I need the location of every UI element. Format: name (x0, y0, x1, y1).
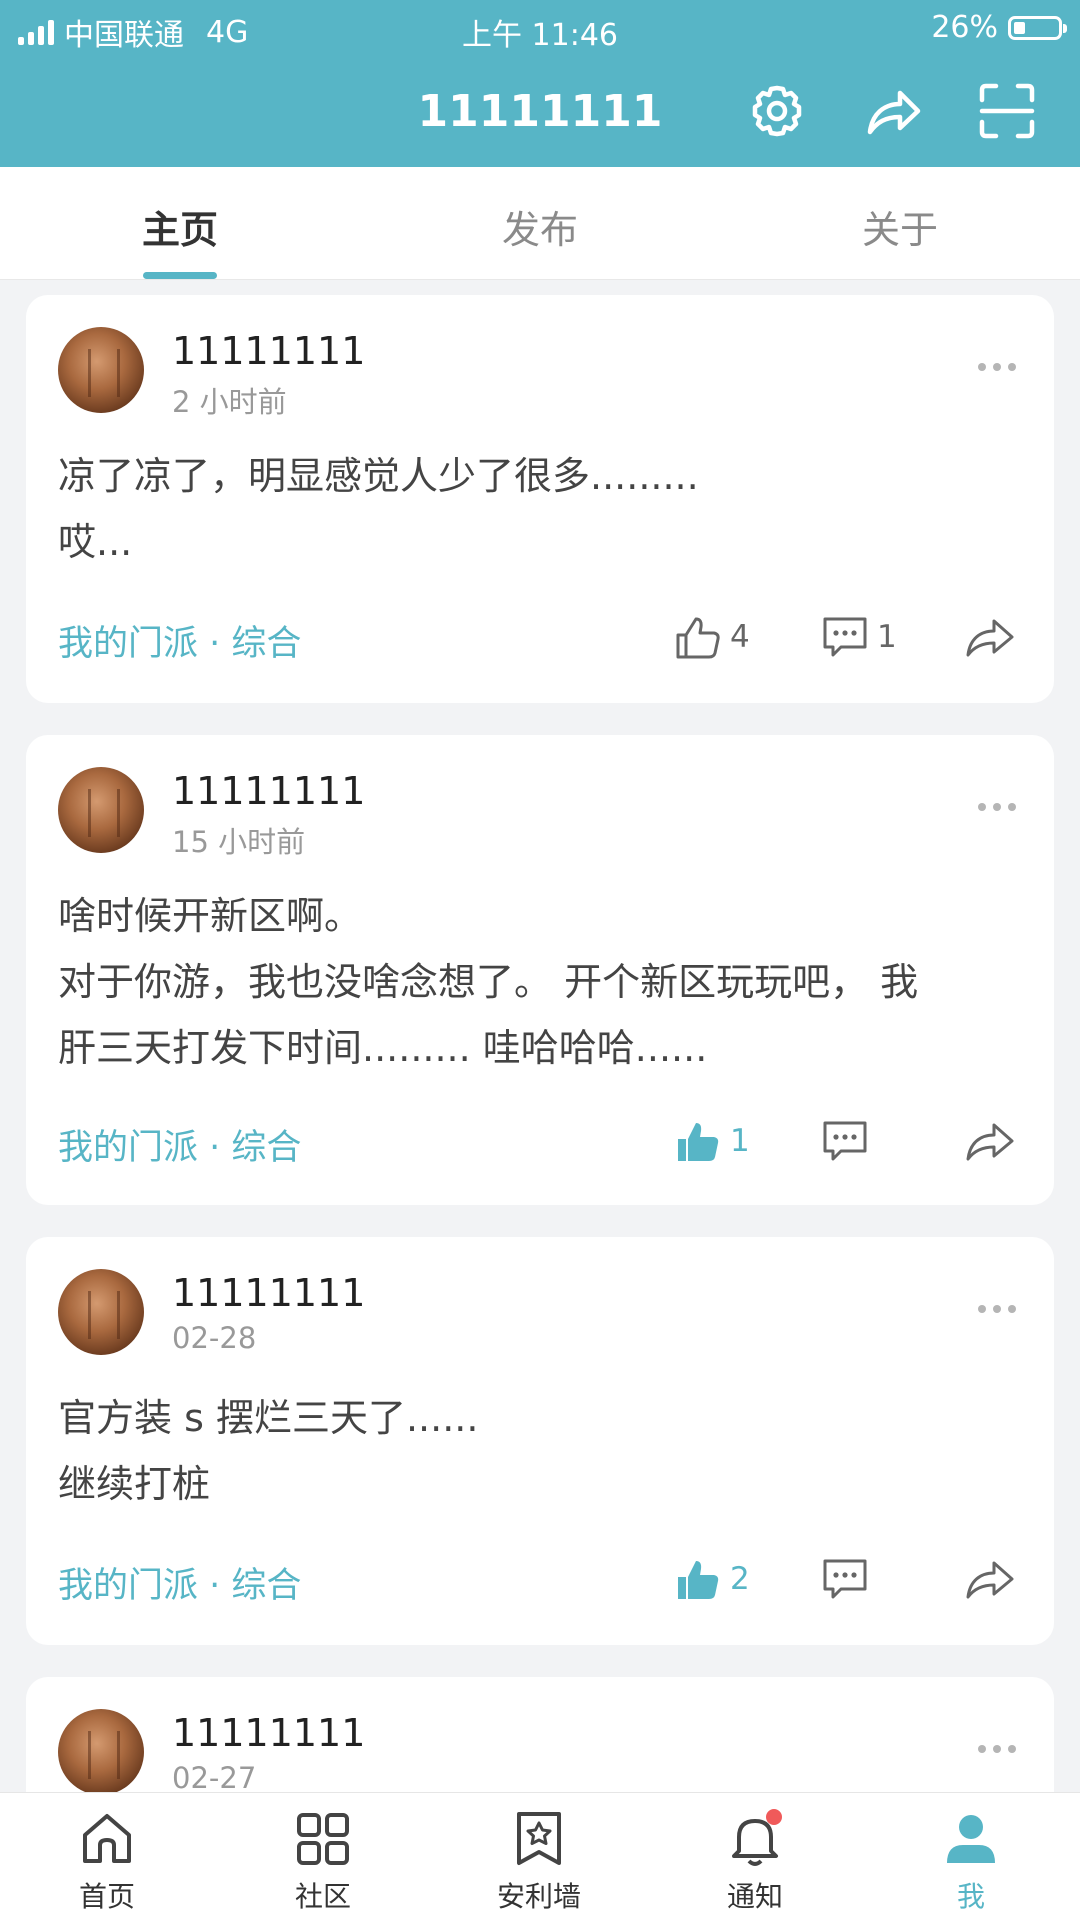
like-button[interactable]: 2 (674, 1555, 750, 1603)
avatar[interactable] (58, 767, 144, 853)
nav-label: 安利墙 (496, 1880, 581, 1913)
notification-badge (766, 1809, 782, 1825)
share-icon (966, 619, 1014, 657)
scan-icon (979, 83, 1035, 139)
bottom-nav: 首页 社区 安利墙 通知 我 (0, 1792, 1080, 1921)
nav-item-recommend-wall[interactable]: 安利墙 (464, 1809, 614, 1915)
more-options-icon[interactable] (978, 1305, 1016, 1313)
tab-publish[interactable]: 发布 (390, 199, 690, 254)
nav-item-home[interactable]: 首页 (32, 1809, 182, 1915)
like-button[interactable]: 1 (674, 1117, 750, 1165)
active-tab-indicator (143, 272, 217, 279)
post-card[interactable]: 11111111 15 小时前 啥时候开新区啊。 对于你游，我也没啥念想了。 开… (26, 735, 1054, 1205)
like-count: 2 (730, 1561, 750, 1597)
post-tag[interactable]: 我的门派 · 综合 (58, 1557, 301, 1608)
nav-label: 首页 (78, 1880, 135, 1913)
post-time: 15 小时前 (172, 825, 306, 859)
scan-button[interactable] (976, 80, 1038, 142)
post-username[interactable]: 11111111 (172, 769, 365, 813)
like-count: 4 (730, 619, 750, 655)
comment-icon (823, 1121, 867, 1161)
post-content[interactable]: 凉了凉了，明显感觉人少了很多......... 哎... (58, 443, 1022, 575)
comment-button[interactable]: 1 (821, 613, 897, 661)
post-card[interactable]: 11111111 02-28 官方装 s 摆烂三天了...... 继续打桩 我的… (26, 1237, 1054, 1645)
comment-count: 1 (877, 619, 897, 655)
avatar[interactable] (58, 1709, 144, 1795)
post-time: 2 小时前 (172, 385, 287, 419)
comment-icon (823, 617, 867, 657)
status-bar: 中国联通 4G 上午 11:46 26% (0, 0, 1080, 56)
status-time: 上午 11:46 (462, 18, 618, 53)
share-button[interactable] (862, 80, 924, 142)
settings-button[interactable] (746, 80, 808, 142)
post-time: 02-28 (172, 1321, 257, 1355)
more-options-icon[interactable] (978, 363, 1016, 371)
share-post-button[interactable] (964, 1555, 1016, 1603)
post-tag[interactable]: 我的门派 · 综合 (58, 1119, 301, 1170)
more-options-icon[interactable] (978, 803, 1016, 811)
share-icon (867, 90, 921, 135)
more-options-icon[interactable] (978, 1745, 1016, 1753)
nav-label: 社区 (294, 1880, 351, 1913)
nav-item-notifications[interactable]: 通知 (680, 1809, 830, 1915)
comment-button[interactable] (821, 1117, 877, 1165)
app-header: 中国联通 4G 上午 11:46 26% 11111111 (0, 0, 1080, 167)
battery-percent: 26% (931, 10, 998, 45)
comment-button[interactable] (821, 1555, 877, 1603)
thumbs-up-filled-icon (678, 1561, 719, 1599)
thumbs-up-filled-icon (678, 1123, 719, 1161)
share-post-button[interactable] (964, 1117, 1016, 1165)
user-icon (947, 1815, 995, 1863)
nav-item-community[interactable]: 社区 (248, 1809, 398, 1915)
tab-about[interactable]: 关于 (750, 199, 1050, 254)
thumbs-up-outline-icon (676, 617, 720, 659)
comment-icon (823, 1559, 867, 1599)
nav-label: 通知 (726, 1880, 783, 1913)
avatar[interactable] (58, 1269, 144, 1355)
gear-icon (752, 85, 802, 137)
profile-tabs: 主页 发布 关于 (0, 167, 1080, 280)
post-card[interactable]: 11111111 2 小时前 凉了凉了，明显感觉人少了很多......... 哎… (26, 295, 1054, 703)
post-content[interactable]: 官方装 s 摆烂三天了...... 继续打桩 (58, 1385, 1022, 1517)
title-bar: 11111111 (0, 56, 1080, 167)
bookmark-star-icon (517, 1812, 561, 1865)
post-username[interactable]: 11111111 (172, 329, 365, 373)
nav-label: 我 (956, 1880, 985, 1913)
post-username[interactable]: 11111111 (172, 1711, 365, 1755)
grid-icon (297, 1813, 349, 1865)
battery-icon (1008, 15, 1067, 40)
like-button[interactable]: 4 (674, 613, 750, 661)
share-post-button[interactable] (964, 613, 1016, 661)
post-tag[interactable]: 我的门派 · 综合 (58, 615, 301, 666)
post-username[interactable]: 11111111 (172, 1271, 365, 1315)
like-count: 1 (730, 1123, 750, 1159)
post-content[interactable]: 啥时候开新区啊。 对于你游，我也没啥念想了。 开个新区玩玩吧， 我 肝三天打发下… (58, 883, 1022, 1081)
share-icon (966, 1123, 1014, 1161)
avatar[interactable] (58, 327, 144, 413)
tab-home[interactable]: 主页 (30, 199, 330, 254)
nav-item-me[interactable]: 我 (896, 1809, 1046, 1915)
post-time: 02-27 (172, 1761, 257, 1795)
home-icon (83, 1814, 131, 1863)
share-icon (966, 1561, 1014, 1599)
